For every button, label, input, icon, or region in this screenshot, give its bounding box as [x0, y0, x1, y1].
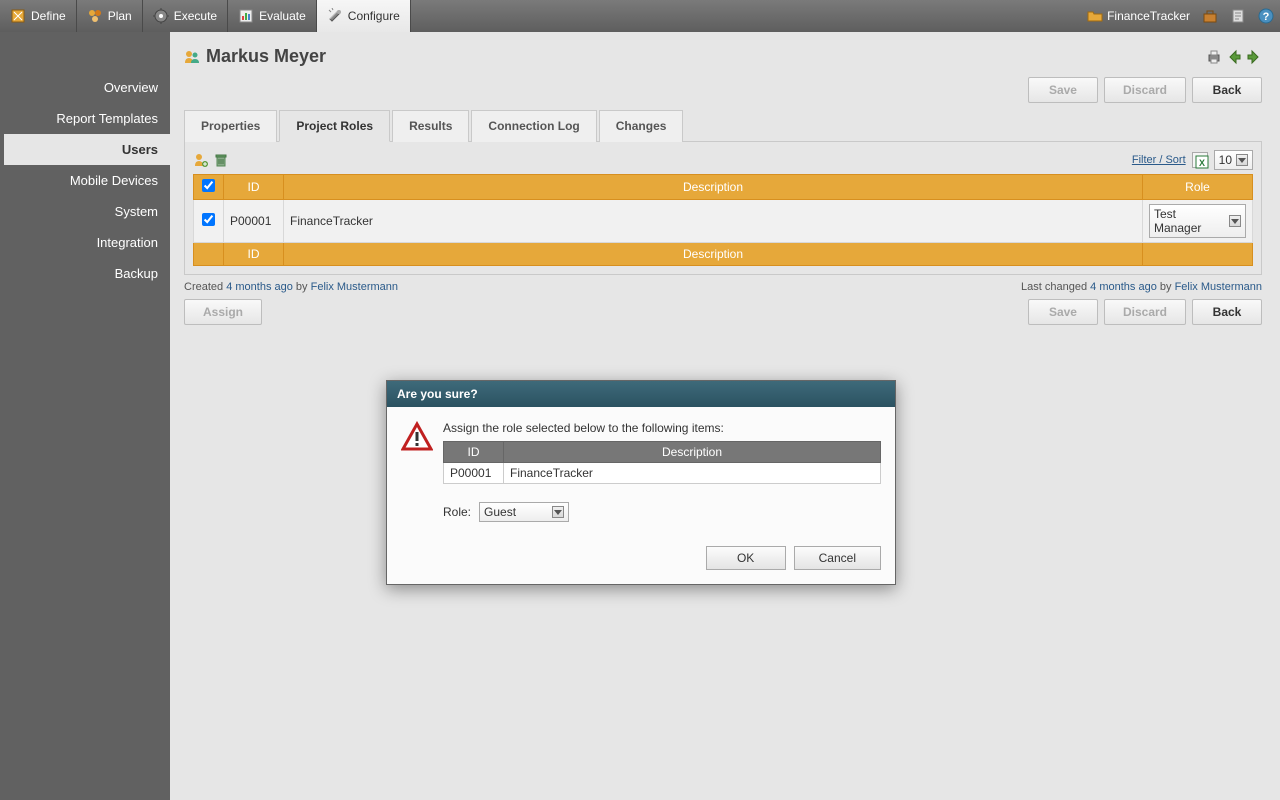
- assign-button[interactable]: Assign: [184, 299, 262, 325]
- execute-icon: [153, 8, 169, 24]
- delete-icon[interactable]: [213, 152, 229, 168]
- project-name: FinanceTracker: [1107, 9, 1190, 23]
- back-button-bottom[interactable]: Back: [1192, 299, 1262, 325]
- tab-project-roles[interactable]: Project Roles: [279, 110, 390, 142]
- toolbar-help[interactable]: ?: [1252, 0, 1280, 32]
- row-id: P00001: [224, 200, 284, 243]
- nav-evaluate[interactable]: Evaluate: [228, 0, 317, 32]
- nav-define-label: Define: [31, 9, 66, 23]
- save-button-bottom[interactable]: Save: [1028, 299, 1098, 325]
- assign-user-icon[interactable]: [193, 152, 209, 168]
- changed-info: Last changed 4 months ago by Felix Muste…: [1021, 281, 1262, 293]
- arrow-right-icon[interactable]: [1246, 49, 1262, 65]
- nav-plan[interactable]: Plan: [77, 0, 143, 32]
- chevron-down-icon: [1229, 215, 1241, 227]
- row-description: FinanceTracker: [284, 200, 1143, 243]
- created-time-link[interactable]: 4 months ago: [226, 281, 293, 293]
- toolbox-icon: [1202, 8, 1218, 24]
- role-label: Role:: [443, 505, 471, 519]
- sidebar-backup[interactable]: Backup: [0, 258, 170, 289]
- dialog-title: Are you sure?: [387, 381, 895, 407]
- back-button-top[interactable]: Back: [1192, 77, 1262, 103]
- created-by-link[interactable]: Felix Mustermann: [311, 281, 398, 293]
- dialog-role-select[interactable]: Guest: [479, 502, 569, 522]
- toolbar-log[interactable]: [1224, 0, 1252, 32]
- discard-button-bottom[interactable]: Discard: [1104, 299, 1186, 325]
- row-checkbox[interactable]: [202, 213, 215, 226]
- define-icon: [10, 8, 26, 24]
- sidebar: Overview Report Templates Users Mobile D…: [0, 32, 170, 800]
- dialog-message: Assign the role selected below to the fo…: [443, 421, 881, 435]
- discard-button-top[interactable]: Discard: [1104, 77, 1186, 103]
- dialog-ok-button[interactable]: OK: [706, 546, 786, 570]
- chevron-down-icon: [552, 506, 564, 518]
- sidebar-report-templates[interactable]: Report Templates: [0, 103, 170, 134]
- created-info: Created 4 months ago by Felix Mustermann: [184, 281, 398, 293]
- nav-execute[interactable]: Execute: [143, 0, 228, 32]
- col-id-footer: ID: [224, 243, 284, 266]
- page-title: Markus Meyer: [184, 46, 326, 67]
- dlg-row-id: P00001: [444, 463, 504, 484]
- dialog-role-value: Guest: [484, 505, 516, 519]
- tab-changes[interactable]: Changes: [599, 110, 684, 142]
- arrow-left-icon[interactable]: [1226, 49, 1242, 65]
- user-icon: [184, 49, 200, 65]
- save-button-top[interactable]: Save: [1028, 77, 1098, 103]
- confirm-dialog: Are you sure? Assign the role selected b…: [386, 380, 896, 585]
- excel-export-icon[interactable]: X: [1192, 152, 1208, 168]
- evaluate-icon: [238, 8, 254, 24]
- configure-icon: [327, 8, 343, 24]
- col-id: ID: [224, 175, 284, 200]
- folder-icon: [1087, 8, 1103, 24]
- sidebar-overview[interactable]: Overview: [0, 72, 170, 103]
- dlg-row-description: FinanceTracker: [504, 463, 881, 484]
- row-role-select[interactable]: Test Manager: [1149, 204, 1246, 238]
- tab-connection-log[interactable]: Connection Log: [471, 110, 596, 142]
- tabs: Properties Project Roles Results Connect…: [184, 109, 1262, 142]
- help-icon: ?: [1258, 8, 1274, 24]
- chevron-down-icon: [1236, 154, 1248, 166]
- plan-icon: [87, 8, 103, 24]
- dlg-col-description: Description: [504, 442, 881, 463]
- changed-time-link[interactable]: 4 months ago: [1090, 281, 1157, 293]
- page-size-select[interactable]: 10: [1214, 150, 1253, 170]
- dialog-items-table: ID Description P00001 FinanceTracker: [443, 441, 881, 484]
- tab-properties[interactable]: Properties: [184, 110, 277, 142]
- warning-icon: [401, 421, 433, 522]
- svg-text:X: X: [1199, 158, 1205, 168]
- log-icon: [1230, 8, 1246, 24]
- page-size-value: 10: [1219, 153, 1232, 167]
- col-description: Description: [284, 175, 1143, 200]
- dialog-item-row: P00001 FinanceTracker: [444, 463, 881, 484]
- select-all-checkbox[interactable]: [202, 179, 215, 192]
- tab-results[interactable]: Results: [392, 110, 469, 142]
- col-description-footer: Description: [284, 243, 1143, 266]
- nav-configure[interactable]: Configure: [317, 0, 411, 32]
- filter-sort-link[interactable]: Filter / Sort: [1132, 154, 1186, 166]
- changed-by-link[interactable]: Felix Mustermann: [1175, 281, 1262, 293]
- nav-define[interactable]: Define: [0, 0, 77, 32]
- print-icon[interactable]: [1206, 49, 1222, 65]
- nav-evaluate-label: Evaluate: [259, 9, 306, 23]
- tab-body: Filter / Sort X 10 ID Description Role: [184, 142, 1262, 275]
- project-selector[interactable]: FinanceTracker: [1081, 0, 1196, 32]
- dialog-cancel-button[interactable]: Cancel: [794, 546, 881, 570]
- nav-execute-label: Execute: [174, 9, 217, 23]
- dlg-col-id: ID: [444, 442, 504, 463]
- svg-text:?: ?: [1263, 11, 1270, 23]
- table-row: P00001 FinanceTracker Test Manager: [194, 200, 1253, 243]
- sidebar-system[interactable]: System: [0, 196, 170, 227]
- nav-plan-label: Plan: [108, 9, 132, 23]
- row-role-value: Test Manager: [1154, 207, 1225, 235]
- sidebar-integration[interactable]: Integration: [0, 227, 170, 258]
- col-role: Role: [1143, 175, 1253, 200]
- sidebar-users[interactable]: Users: [0, 134, 170, 165]
- sidebar-mobile-devices[interactable]: Mobile Devices: [0, 165, 170, 196]
- roles-table: ID Description Role P00001 FinanceTracke…: [193, 174, 1253, 266]
- page-title-text: Markus Meyer: [206, 46, 326, 67]
- nav-configure-label: Configure: [348, 9, 400, 23]
- toolbar-settings[interactable]: [1196, 0, 1224, 32]
- top-toolbar: Define Plan Execute Evaluate Configure F…: [0, 0, 1280, 32]
